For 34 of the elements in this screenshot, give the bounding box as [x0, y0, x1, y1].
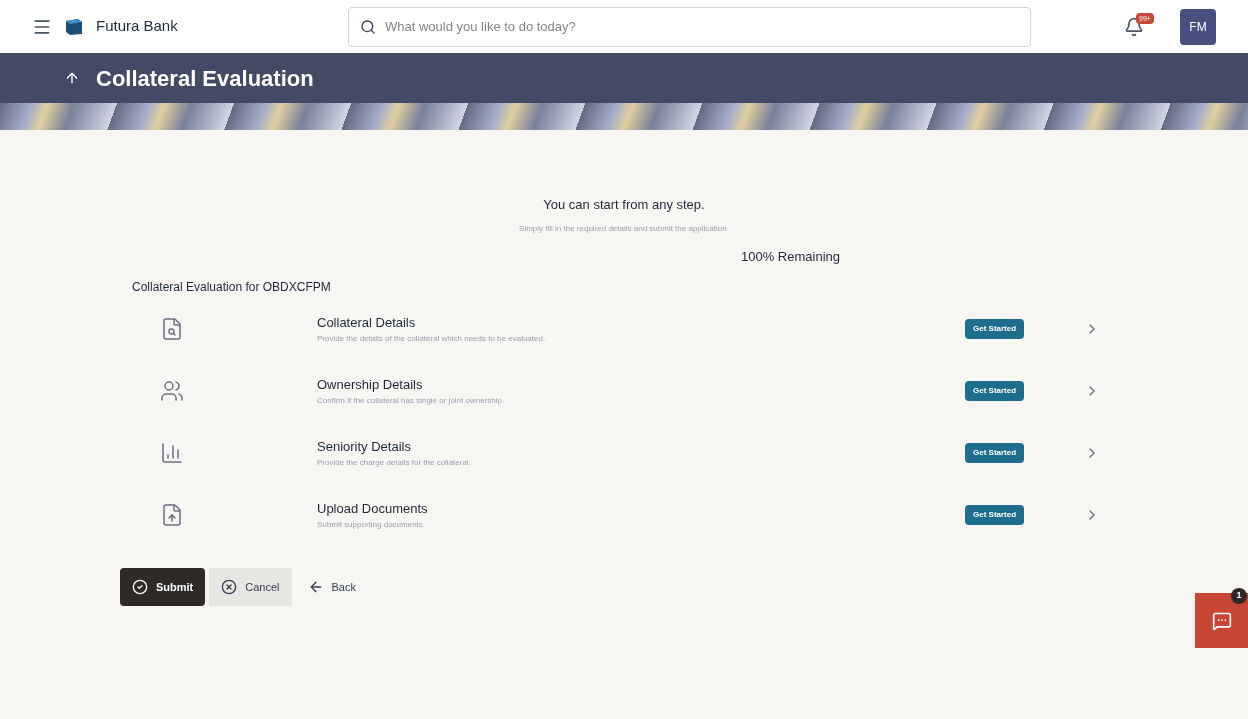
step-title[interactable]: Collateral Details — [317, 313, 965, 333]
bank-logo-icon — [64, 17, 84, 36]
step-title[interactable]: Seniority Details — [317, 437, 965, 457]
intro-subheading: Simply fill in the required details and submit the application. — [519, 222, 729, 235]
step-description: Provide the charge details for the collateral. — [317, 456, 472, 469]
search-icon — [360, 18, 376, 35]
step-description: Confirm if the collateral has single or joint ownership. — [317, 394, 506, 407]
intro-heading: You can start from any step. — [543, 196, 705, 214]
cancel-button[interactable]: Cancel — [209, 568, 292, 606]
people-icon — [160, 379, 184, 403]
step-description: Submit supporting documents. — [317, 518, 427, 531]
document-search-icon — [160, 317, 184, 341]
close-circle-icon — [221, 579, 238, 595]
status-badge: Get Started — [965, 319, 1025, 339]
status-badge: Get Started — [965, 505, 1025, 525]
chat-button[interactable] — [1195, 593, 1248, 648]
brand-name: Futura Bank — [96, 16, 179, 37]
progress-text: 100% Remaining — [741, 247, 840, 266]
step-title[interactable]: Upload Documents — [317, 499, 965, 519]
section-title: Collateral Evaluation for OBDXCFPM — [132, 279, 332, 296]
search-field[interactable]: What would you like to do today? — [348, 6, 1031, 47]
check-circle-icon — [132, 579, 148, 595]
step-description: Provide the details of the collateral which needs to be evaluated. — [317, 332, 547, 345]
user-avatar[interactable]: FM — [1180, 8, 1216, 45]
document-upload-icon — [160, 503, 184, 527]
status-badge: Get Started — [965, 443, 1025, 463]
bar-chart-icon — [160, 441, 184, 465]
submit-button[interactable]: Submit — [120, 568, 206, 606]
step-title[interactable]: Ownership Details — [317, 375, 965, 395]
status-badge: Get Started — [965, 381, 1025, 401]
back-button[interactable]: Back — [295, 568, 368, 606]
chat-icon — [1211, 610, 1232, 631]
chat-count-badge: 1 — [1231, 588, 1247, 604]
page-title: Collateral Evaluation — [96, 64, 314, 93]
